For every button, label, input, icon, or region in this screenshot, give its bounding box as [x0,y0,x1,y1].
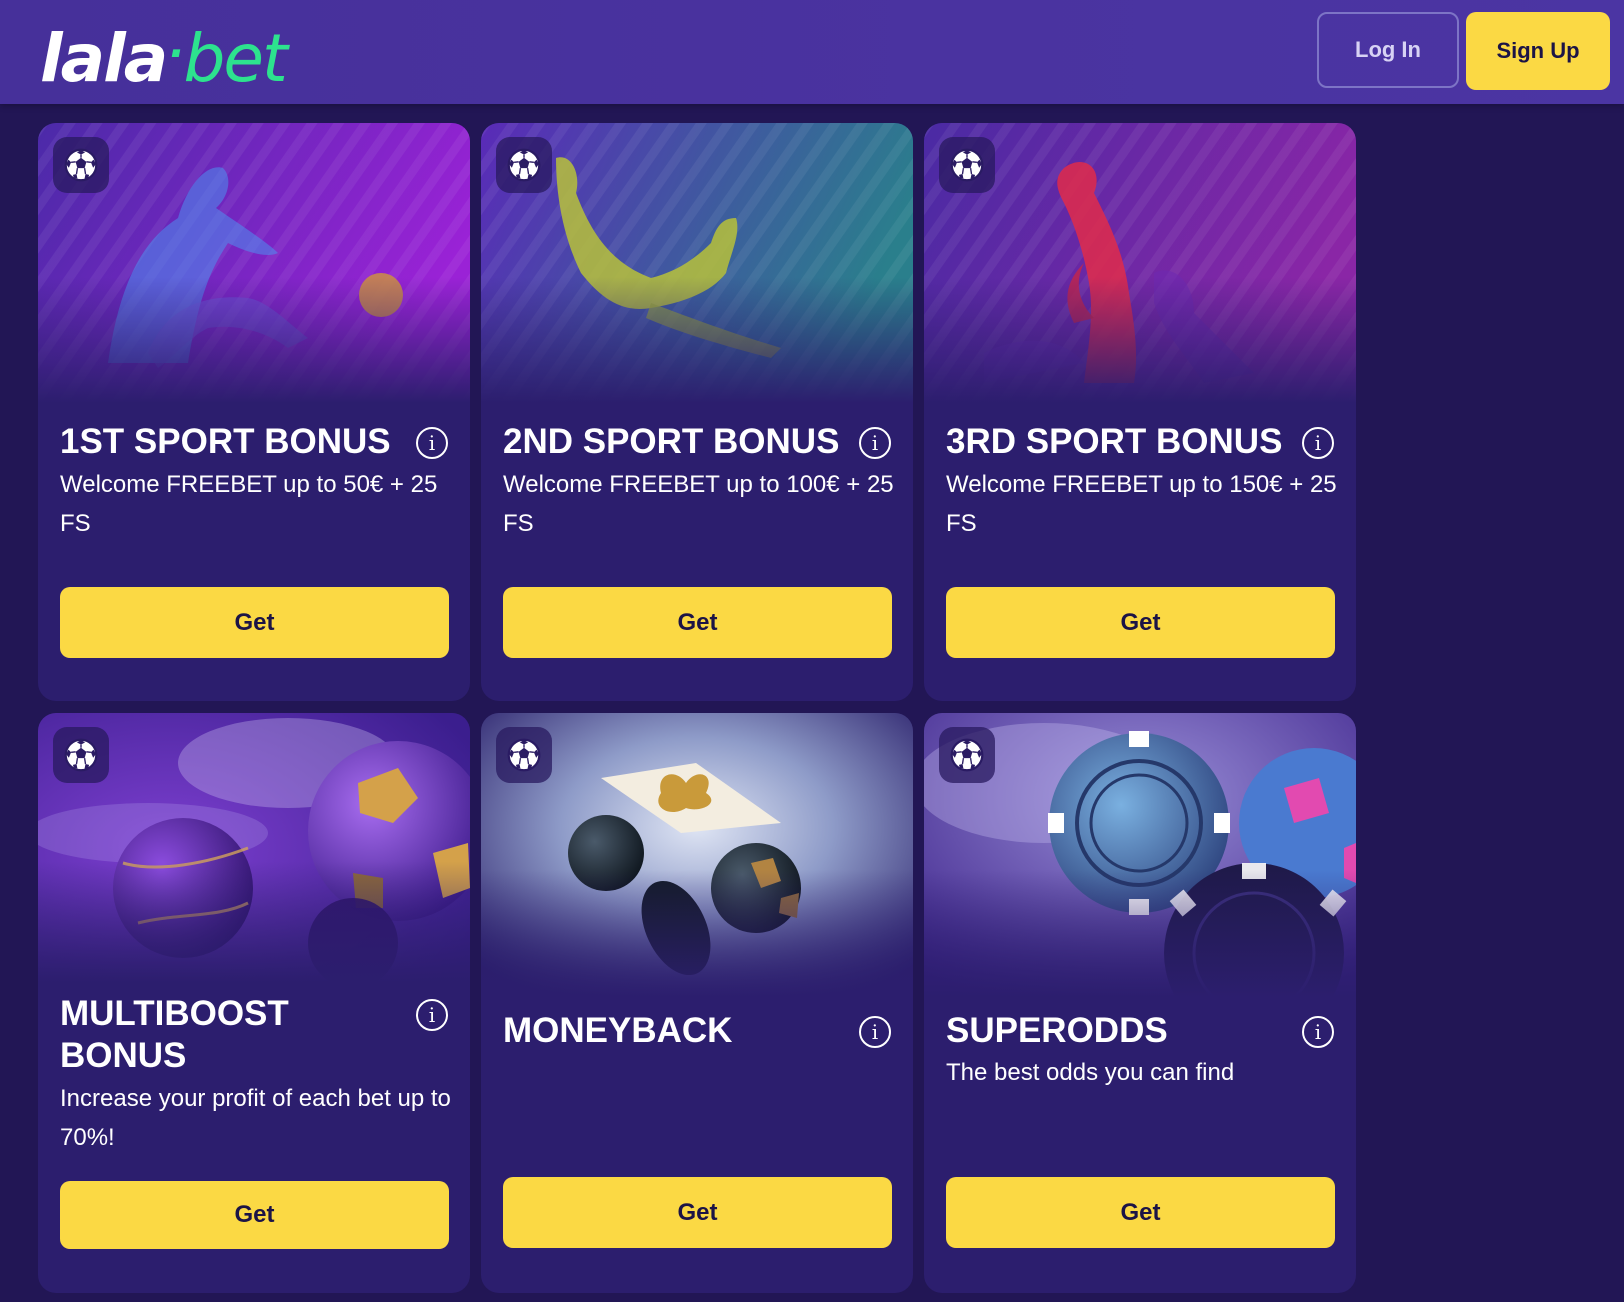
card-image-goalkeeper [481,123,913,403]
soccer-ball-icon [949,737,985,773]
card-title: SUPERODDS [946,1011,1168,1050]
card-image-casino-chips [924,713,1356,998]
sport-badge [496,727,552,783]
logo-text-lala: lala [40,20,168,97]
sport-badge [53,137,109,193]
info-icon[interactable]: i [416,999,448,1031]
get-button[interactable]: Get [60,587,449,658]
logo-text-bet: bet [183,20,288,97]
soccer-ball-icon [63,737,99,773]
card-description: Welcome FREEBET up to 150€ + 25 FS [946,471,1337,537]
login-button[interactable]: Log In [1317,12,1459,88]
card-title: MULTIBOOST BONUS [60,994,289,1075]
card-description: The best odds you can find [946,1059,1235,1086]
soccer-ball-icon [63,147,99,183]
soccer-ball-icon [949,147,985,183]
sport-badge [53,727,109,783]
bonus-card-1st-sport: 1ST SPORT BONUS i Welcome FREEBET up to … [38,123,470,701]
get-button[interactable]: Get [946,1177,1335,1248]
sport-badge [939,137,995,193]
sport-badge [496,137,552,193]
soccer-ball-icon [506,147,542,183]
card-title: MONEYBACK [503,1011,733,1050]
bonus-card-moneyback: MONEYBACK i Get [481,713,913,1293]
card-title: 2ND SPORT BONUS [503,422,840,461]
bonus-card-2nd-sport: 2ND SPORT BONUS i Welcome FREEBET up to … [481,123,913,701]
signup-button[interactable]: Sign Up [1466,12,1610,90]
card-description: Increase your profit of each bet up to 7… [60,1085,451,1151]
card-image-gift-and-balls [481,713,913,998]
bonus-card-superodds: SUPERODDS i The best odds you can find G… [924,713,1356,1293]
card-description: Welcome FREEBET up to 100€ + 25 FS [503,471,894,537]
get-button[interactable]: Get [946,587,1335,658]
info-icon[interactable]: i [416,427,448,459]
info-icon[interactable]: i [1302,1016,1334,1048]
card-title: 3RD SPORT BONUS [946,422,1283,461]
card-image-celebrating-players [924,123,1356,403]
card-image-player-kick [38,123,470,403]
logo-dot: · [168,31,183,77]
soccer-ball-icon [506,737,542,773]
info-icon[interactable]: i [1302,427,1334,459]
sport-badge [939,727,995,783]
bonus-card-3rd-sport: 3RD SPORT BONUS i Welcome FREEBET up to … [924,123,1356,701]
lalabet-logo[interactable]: lala·bet [40,14,288,99]
info-icon[interactable]: i [859,427,891,459]
top-header: lala·bet Log In Sign Up [0,0,1624,104]
card-title: 1ST SPORT BONUS [60,422,391,461]
get-button[interactable]: Get [503,1177,892,1248]
get-button[interactable]: Get [503,587,892,658]
bonus-card-multiboost: MULTIBOOST BONUS i Increase your profit … [38,713,470,1293]
info-icon[interactable]: i [859,1016,891,1048]
card-description: Welcome FREEBET up to 50€ + 25 FS [60,471,438,537]
card-image-balls-purple [38,713,470,983]
get-button[interactable]: Get [60,1181,449,1249]
